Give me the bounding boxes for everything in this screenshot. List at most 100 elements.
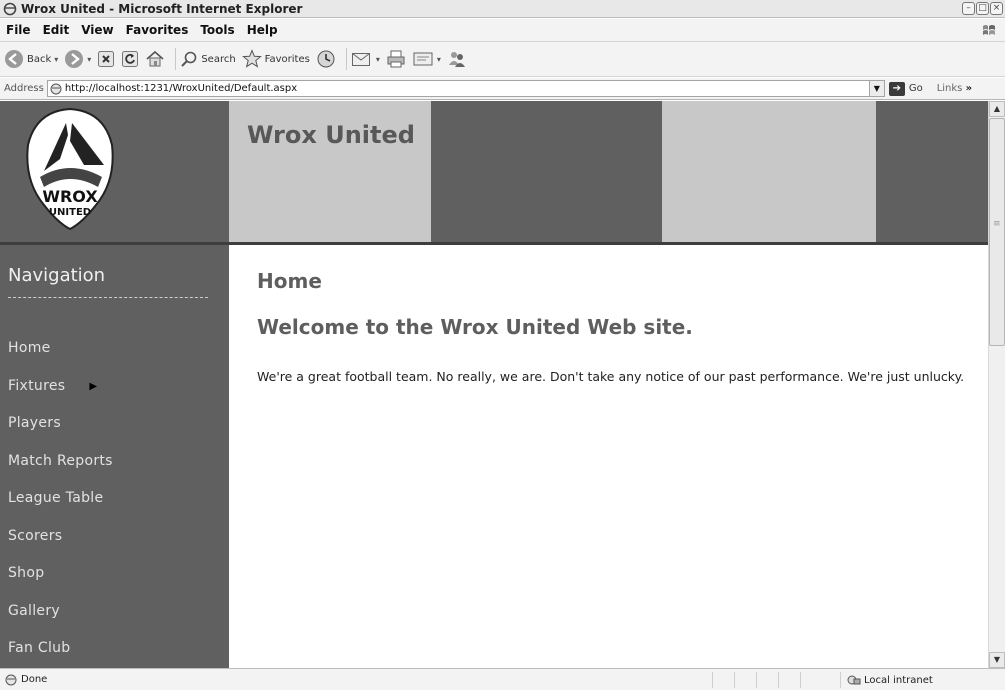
- forward-arrow-icon: [65, 50, 84, 68]
- go-button[interactable]: ➔ Go: [888, 81, 923, 96]
- menu-bar: File Edit View Favorites Tools Help: [0, 19, 1005, 42]
- scroll-down-button[interactable]: ▼: [989, 652, 1005, 668]
- site-title-panel: Wrox United: [229, 101, 431, 242]
- go-label: Go: [908, 83, 923, 94]
- home-button[interactable]: [145, 46, 165, 72]
- edit-dropdown-icon[interactable]: ▾: [437, 55, 441, 64]
- wrox-united-logo[interactable]: WROX UNITED: [0, 101, 229, 242]
- stop-icon: [98, 51, 115, 67]
- site-header: WROX UNITED Wrox United: [0, 101, 988, 242]
- go-arrow-icon: ➔: [888, 81, 905, 96]
- back-dropdown-icon[interactable]: ▾: [54, 55, 58, 64]
- nav-item-gallery[interactable]: Gallery: [8, 603, 113, 641]
- favorites-label: Favorites: [264, 53, 310, 65]
- status-panel: [778, 672, 800, 688]
- favorites-star-icon: [241, 49, 262, 68]
- intranet-icon: [847, 675, 861, 685]
- stop-button[interactable]: [97, 46, 115, 72]
- search-button[interactable]: Search: [180, 46, 236, 72]
- navigation-menu: Home Fixtures ▶ Players Match Reports Lea…: [8, 340, 113, 668]
- mail-icon: [351, 53, 370, 66]
- search-icon: [181, 51, 197, 67]
- nav-item-fixtures[interactable]: Fixtures ▶: [8, 378, 113, 416]
- windows-flag-icon: [983, 25, 995, 35]
- ie-icon: [3, 2, 17, 15]
- links-button[interactable]: Links »: [937, 83, 972, 94]
- address-input[interactable]: http://localhost:1231/WroxUnited/Default…: [46, 80, 885, 97]
- zone-label: Local intranet: [864, 674, 933, 686]
- nav-item-label[interactable]: Fan Club: [8, 640, 71, 656]
- address-url: http://localhost:1231/WroxUnited/Default…: [64, 83, 298, 94]
- nav-item-label[interactable]: Home: [8, 340, 51, 356]
- back-button[interactable]: Back ▾: [4, 46, 58, 72]
- mail-button[interactable]: ▾: [351, 46, 380, 72]
- nav-item-shop[interactable]: Shop: [8, 565, 113, 603]
- menu-tools[interactable]: Tools: [194, 23, 240, 37]
- nav-item-label[interactable]: Fixtures: [8, 378, 65, 394]
- back-label: Back: [27, 53, 52, 65]
- header-decor-panel: [662, 101, 876, 242]
- security-zone[interactable]: Local intranet: [840, 672, 1000, 688]
- navigation-sidebar: Navigation Home Fixtures ▶ Players Match …: [0, 245, 229, 668]
- scroll-thumb[interactable]: [989, 118, 1005, 346]
- navigation-divider: [8, 297, 208, 298]
- menu-edit[interactable]: Edit: [37, 23, 76, 37]
- page-title: Home: [257, 269, 322, 293]
- submenu-arrow-icon: ▶: [89, 380, 98, 392]
- site-title: Wrox United: [247, 121, 415, 149]
- status-panel: [734, 672, 756, 688]
- back-arrow-icon: [5, 50, 23, 68]
- nav-item-label[interactable]: Match Reports: [8, 453, 113, 469]
- links-chevron-icon: »: [965, 83, 973, 94]
- menu-favorites[interactable]: Favorites: [120, 23, 195, 37]
- nav-item-label[interactable]: Shop: [8, 565, 44, 581]
- forward-button[interactable]: ▾: [64, 46, 91, 72]
- messenger-icon: [448, 52, 465, 67]
- logo-text-united: UNITED: [49, 207, 91, 218]
- nav-item-label[interactable]: Gallery: [8, 603, 60, 619]
- page-viewport: WROX UNITED Wrox United Navigation Home …: [0, 101, 988, 668]
- home-icon: [146, 50, 164, 67]
- history-button[interactable]: [316, 46, 336, 72]
- messenger-button[interactable]: [447, 46, 467, 72]
- close-button[interactable]: ×: [990, 2, 1003, 15]
- nav-item-label[interactable]: Players: [8, 415, 61, 431]
- window-title: Wrox United - Microsoft Internet Explore…: [21, 1, 303, 16]
- menu-help[interactable]: Help: [241, 23, 284, 37]
- print-button[interactable]: [386, 46, 406, 72]
- nav-item-match-reports[interactable]: Match Reports: [8, 453, 113, 491]
- welcome-heading: Welcome to the Wrox United Web site.: [257, 315, 693, 339]
- nav-item-players[interactable]: Players: [8, 415, 113, 453]
- logo-area[interactable]: WROX UNITED: [0, 101, 229, 242]
- status-bar: Done Local intranet: [0, 668, 1005, 690]
- window-controls: – □ ×: [962, 2, 1003, 15]
- status-panel: [712, 672, 734, 688]
- status-panel: [756, 672, 778, 688]
- edit-page-icon: [413, 52, 433, 66]
- edit-button[interactable]: ▾: [412, 46, 441, 72]
- address-dropdown-icon[interactable]: ▼: [868, 81, 884, 96]
- scroll-up-button[interactable]: ▲: [989, 101, 1005, 117]
- menu-file[interactable]: File: [0, 23, 37, 37]
- forward-dropdown-icon[interactable]: ▾: [87, 55, 91, 64]
- status-text: Done: [21, 674, 48, 685]
- status-panels: [712, 672, 822, 688]
- nav-item-label[interactable]: League Table: [8, 490, 103, 506]
- minimize-button[interactable]: –: [962, 2, 975, 15]
- nav-item-fan-club[interactable]: Fan Club: [8, 640, 113, 668]
- nav-item-scorers[interactable]: Scorers: [8, 528, 113, 566]
- menu-view[interactable]: View: [75, 23, 119, 37]
- nav-item-home[interactable]: Home: [8, 340, 113, 378]
- nav-item-label[interactable]: Scorers: [8, 528, 62, 544]
- favorites-button[interactable]: Favorites: [241, 46, 310, 72]
- mail-dropdown-icon[interactable]: ▾: [376, 55, 380, 64]
- refresh-button[interactable]: [121, 46, 139, 72]
- vertical-scrollbar[interactable]: ▲ ▼: [988, 101, 1005, 668]
- toolbar-separator: [345, 48, 347, 70]
- nav-item-league-table[interactable]: League Table: [8, 490, 113, 528]
- window-titlebar: Wrox United - Microsoft Internet Explore…: [0, 0, 1005, 18]
- history-icon: [317, 50, 335, 68]
- address-bar: Address http://localhost:1231/WroxUnited…: [0, 78, 1005, 100]
- maximize-button[interactable]: □: [976, 2, 989, 15]
- page-icon: [50, 83, 62, 94]
